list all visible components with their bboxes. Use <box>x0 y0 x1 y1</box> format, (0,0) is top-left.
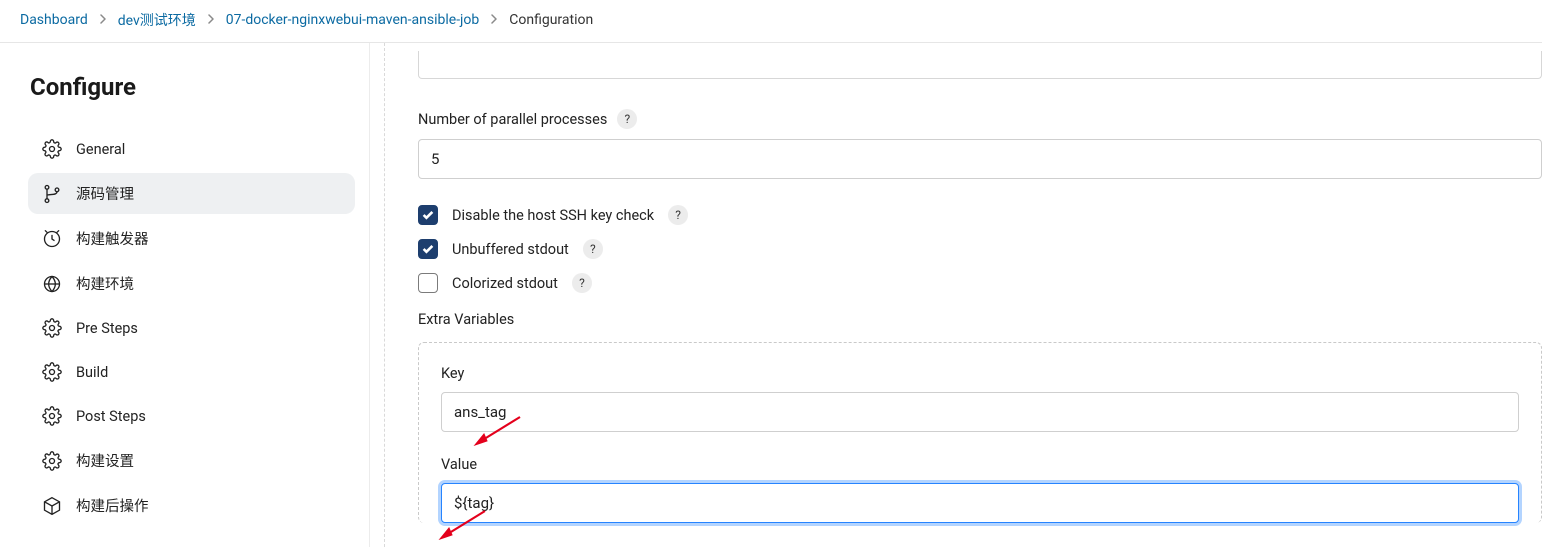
sidebar-item-label: 构建设置 <box>76 450 134 471</box>
sidebar-list: General 源码管理 构建触发器 构建环境 <box>28 129 355 526</box>
checkbox-unbuffered[interactable] <box>418 239 438 259</box>
box-icon <box>42 496 62 516</box>
sidebar-item-post-build[interactable]: 构建后操作 <box>28 485 355 526</box>
parallel-processes-row: Number of parallel processes ? <box>418 109 1542 179</box>
extra-variables-group: Key Value <box>418 342 1542 523</box>
sidebar-item-general[interactable]: General <box>28 129 355 169</box>
sidebar: Configure General 源码管理 构建触发器 <box>0 43 370 547</box>
previous-section-bottom <box>418 51 1542 79</box>
sidebar-item-build[interactable]: Build <box>28 352 355 392</box>
breadcrumb-item[interactable]: Dashboard <box>20 12 88 28</box>
sidebar-item-triggers[interactable]: 构建触发器 <box>28 218 355 259</box>
sidebar-item-scm[interactable]: 源码管理 <box>28 173 355 214</box>
sidebar-item-label: 源码管理 <box>76 183 134 204</box>
gear-icon <box>42 406 62 426</box>
help-icon[interactable]: ? <box>668 205 688 225</box>
checkbox-row-colorized: Colorized stdout ? <box>418 273 1542 293</box>
sidebar-item-post-steps[interactable]: Post Steps <box>28 396 355 436</box>
gear-icon <box>42 139 62 159</box>
help-icon[interactable]: ? <box>583 239 603 259</box>
page-title: Configure <box>30 73 353 101</box>
extra-variables-label: Extra Variables <box>418 311 1542 328</box>
extra-var-value-input[interactable] <box>441 483 1519 523</box>
sidebar-item-label: 构建环境 <box>76 273 134 294</box>
checkbox-label: Colorized stdout <box>452 275 558 292</box>
help-icon[interactable]: ? <box>572 273 592 293</box>
sidebar-item-build-env[interactable]: 构建环境 <box>28 263 355 304</box>
extra-var-key-input[interactable] <box>441 392 1519 432</box>
value-label: Value <box>441 456 1519 473</box>
checkbox-label: Disable the host SSH key check <box>452 207 654 224</box>
gear-icon <box>42 362 62 382</box>
breadcrumb-item[interactable]: dev测试环境 <box>118 10 196 30</box>
chevron-right-icon <box>98 12 108 28</box>
checkbox-row-unbuffered: Unbuffered stdout ? <box>418 239 1542 259</box>
sidebar-item-label: Pre Steps <box>76 320 138 337</box>
gear-icon <box>42 318 62 338</box>
branch-icon <box>42 184 62 204</box>
main-content: Number of parallel processes ? Disable t… <box>370 43 1542 547</box>
checkbox-row-disable-ssh: Disable the host SSH key check ? <box>418 205 1542 225</box>
breadcrumb: Dashboard dev测试环境 07-docker-nginxwebui-m… <box>0 0 1542 43</box>
checkbox-group: Disable the host SSH key check ? Unbuffe… <box>418 205 1542 293</box>
sidebar-item-build-settings[interactable]: 构建设置 <box>28 440 355 481</box>
key-label: Key <box>441 365 1519 382</box>
sidebar-item-label: 构建触发器 <box>76 228 149 249</box>
sidebar-item-pre-steps[interactable]: Pre Steps <box>28 308 355 348</box>
sidebar-item-label: Post Steps <box>76 408 146 425</box>
help-icon[interactable]: ? <box>617 109 637 129</box>
globe-icon <box>42 274 62 294</box>
chevron-right-icon <box>489 12 499 28</box>
sidebar-item-label: Build <box>76 364 108 381</box>
checkbox-disable-ssh[interactable] <box>418 205 438 225</box>
gear-icon <box>42 451 62 471</box>
sidebar-item-label: 构建后操作 <box>76 495 149 516</box>
parallel-processes-label: Number of parallel processes <box>418 111 607 128</box>
sidebar-item-label: General <box>76 141 125 158</box>
breadcrumb-item-current: Configuration <box>509 12 593 28</box>
clock-icon <box>42 229 62 249</box>
chevron-right-icon <box>206 12 216 28</box>
checkbox-label: Unbuffered stdout <box>452 241 569 258</box>
checkbox-colorized[interactable] <box>418 273 438 293</box>
parallel-processes-input[interactable] <box>418 139 1542 179</box>
breadcrumb-item[interactable]: 07-docker-nginxwebui-maven-ansible-job <box>226 12 480 28</box>
